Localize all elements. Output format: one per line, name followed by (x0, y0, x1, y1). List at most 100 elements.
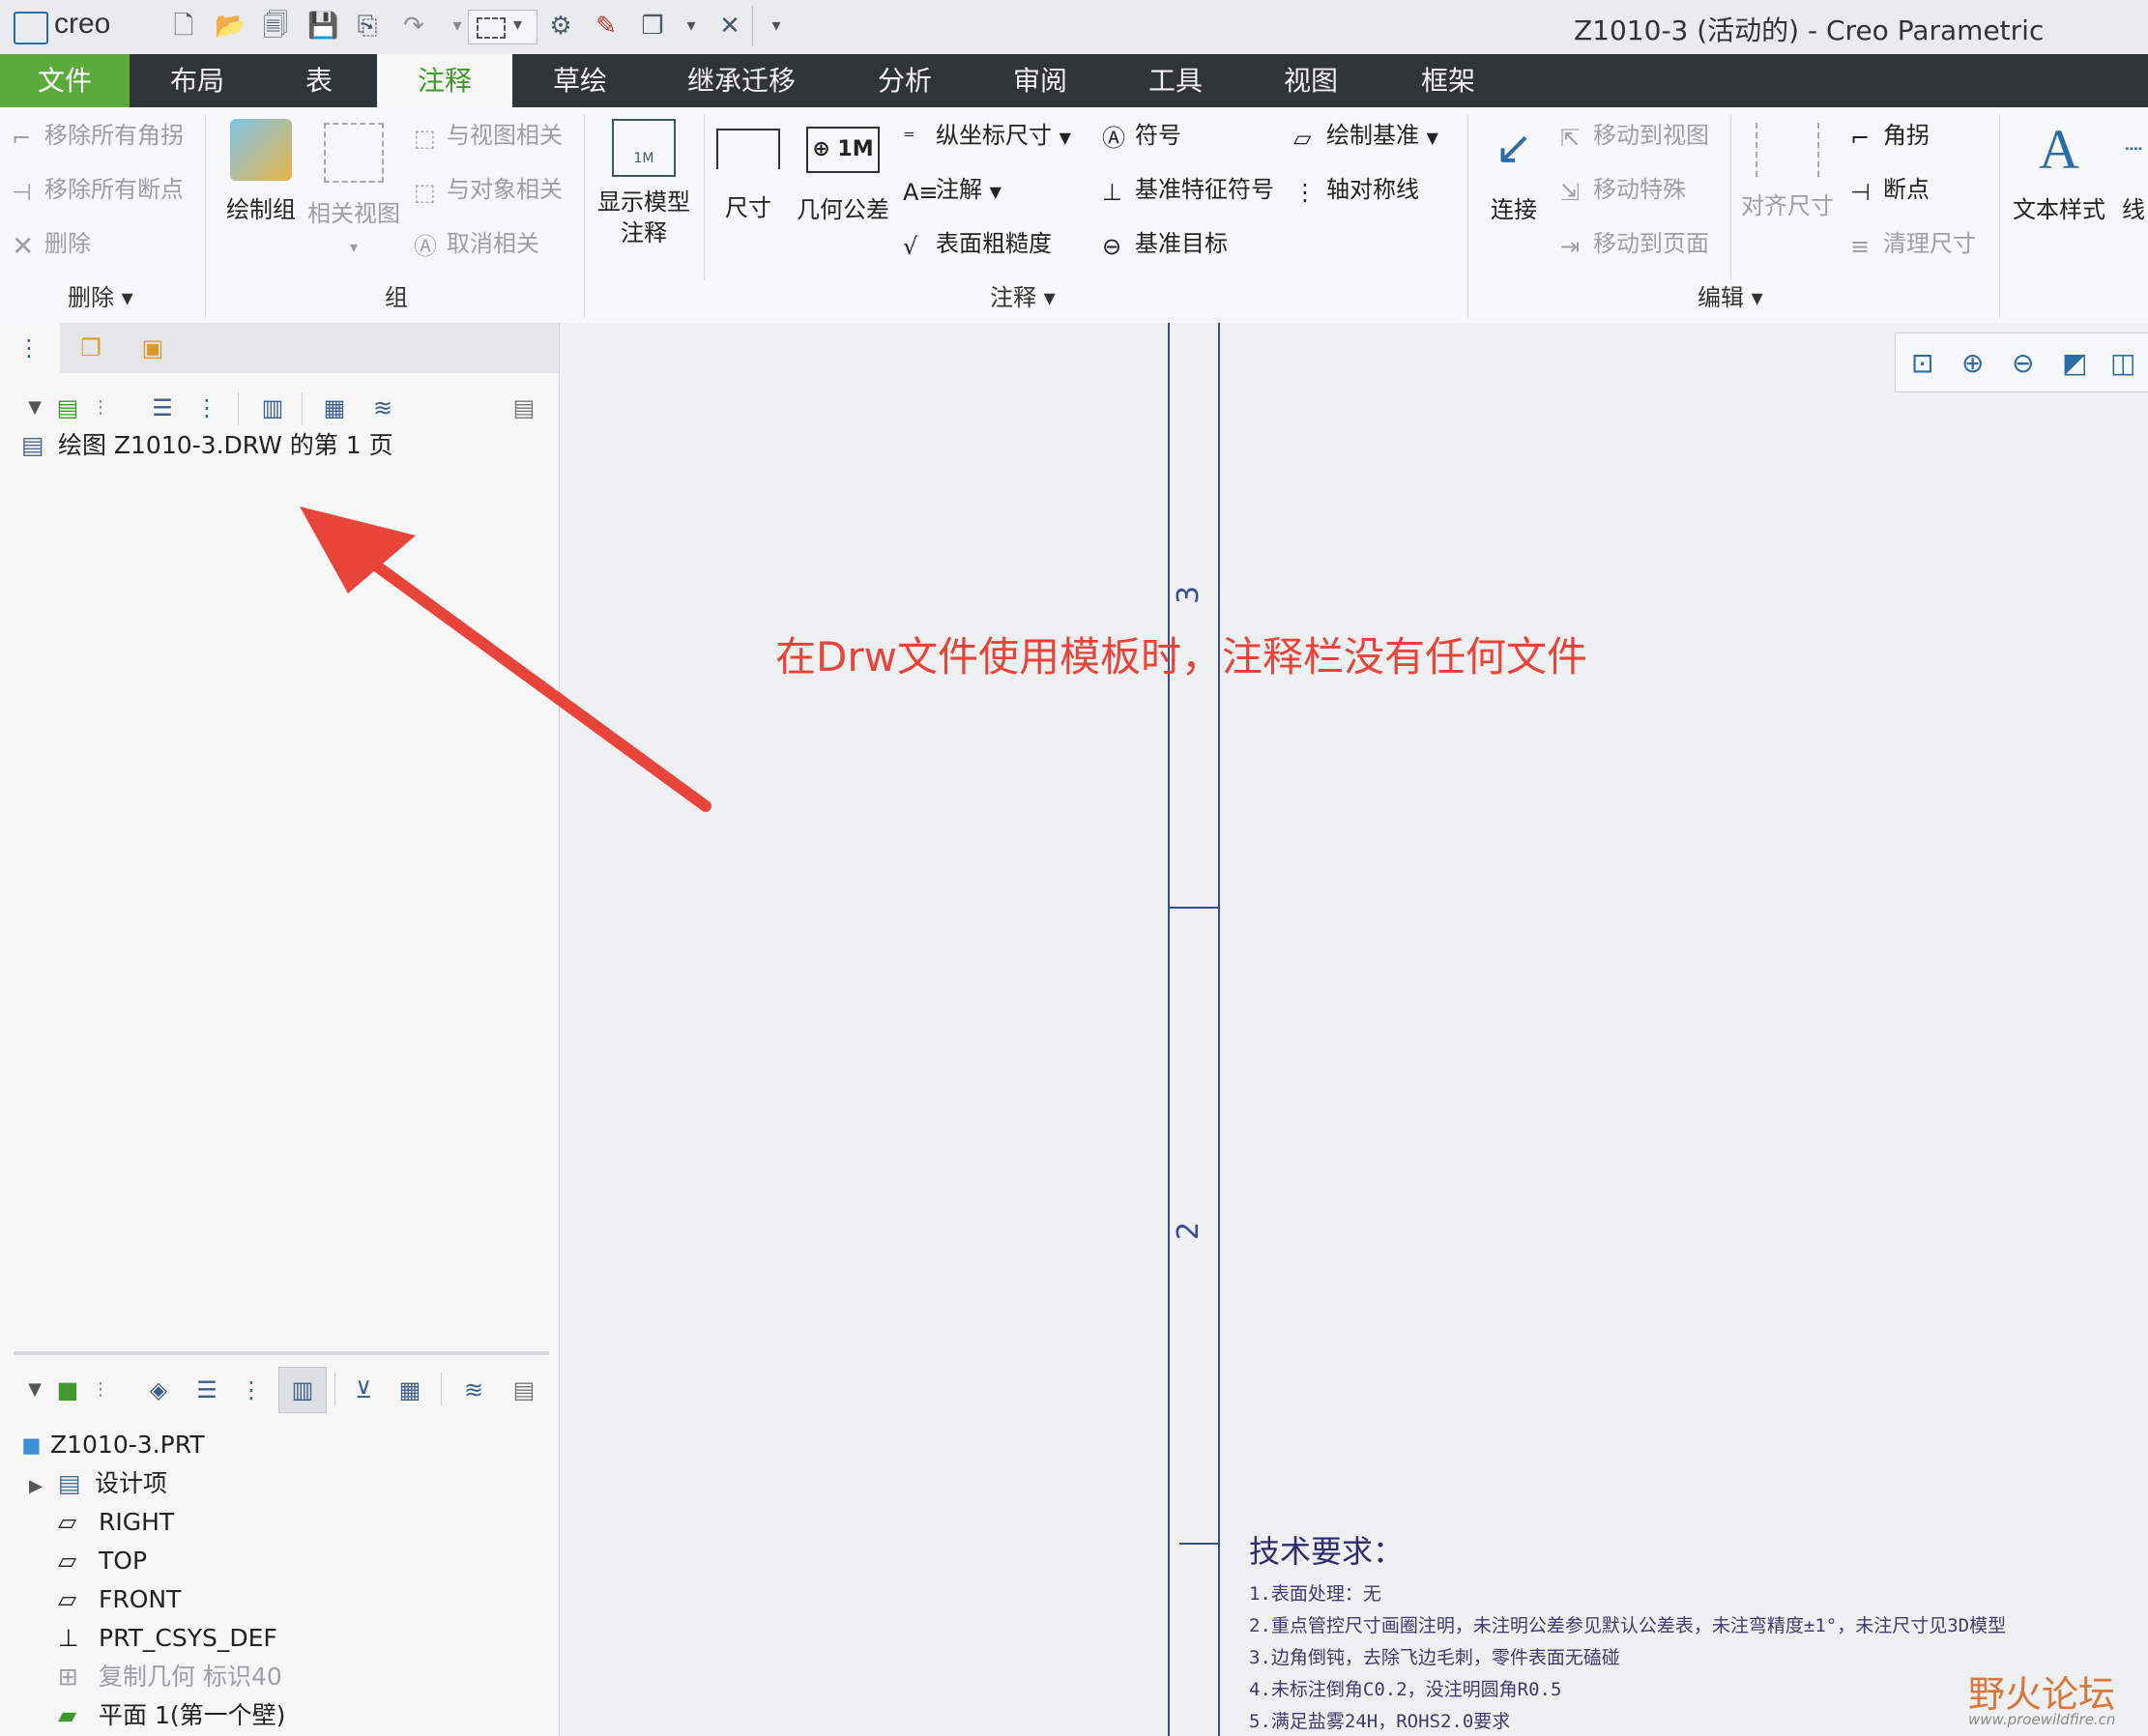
filter-icon[interactable]: ⊻ (350, 1376, 377, 1403)
regenerate-icon[interactable]: ⚙ (546, 12, 575, 41)
drawing-sheet-icon: ▤ (21, 431, 44, 459)
drawing-sheet-item[interactable]: ▤ 绘图 Z1010-3.DRW 的第 1 页 (21, 429, 393, 462)
tree-item-top[interactable]: ▱ TOP (58, 1545, 147, 1577)
tree-item-front[interactable]: ▱ FRONT (58, 1583, 181, 1616)
more-icon[interactable]: ⋮ (87, 394, 114, 421)
tab-layout[interactable]: 布局 (141, 54, 253, 107)
customize-icon[interactable]: ▾ (762, 12, 791, 41)
tab-file[interactable]: 文件 (0, 54, 130, 107)
model-collapse-icon[interactable]: ⋮ (238, 1376, 265, 1403)
model-expand-icon[interactable]: ☰ (193, 1376, 220, 1403)
panel-splitter[interactable] (14, 1351, 549, 1355)
zoom-out-icon[interactable]: ⊖ (2012, 347, 2034, 379)
tree-item-design-items[interactable]: ▶ ▤ 设计项 (29, 1467, 167, 1503)
move-to-view-button[interactable]: ⇱ 移动到视图 (1560, 121, 1709, 152)
move-special-button[interactable]: ⇲ 移动特殊 (1560, 175, 1686, 206)
annotation-filter-icon[interactable]: ▦ (321, 394, 348, 421)
related-view-button[interactable]: 相关视图 ▾ (307, 119, 400, 263)
select-box-icon[interactable]: ▾ (468, 10, 537, 44)
align-dimension-button[interactable]: 对齐尺寸 (1736, 119, 1839, 221)
model-more-icon[interactable]: ⋮ (87, 1376, 114, 1403)
tab-annotate[interactable]: 注释 (377, 54, 512, 107)
zone-label-3: 3 (1172, 585, 1206, 605)
text-style-button[interactable]: A 文本样式 (2007, 119, 2111, 225)
tab-tools[interactable]: 工具 (1121, 54, 1230, 107)
show-model-annotations-button[interactable]: 1M 显示模型 注释 (594, 119, 694, 248)
windows-dropdown-icon[interactable]: ▾ (677, 12, 706, 41)
surface-finish-button[interactable]: √ 表面粗糙度 (903, 229, 1052, 260)
tree-item-wall[interactable]: ▰ 平面 1(第一个壁) (58, 1699, 285, 1732)
delete-group-label[interactable]: 删除 ▾ (68, 278, 133, 312)
break-button[interactable]: ⊣ 断点 (1850, 175, 1930, 206)
refit-icon[interactable]: ⊡ (1911, 347, 1933, 379)
tab-legacy-migration[interactable]: 继承迁移 (667, 54, 816, 107)
tree-settings-icon[interactable]: ▤ (510, 394, 537, 421)
tech-line-3: 3.边角倒钝，去除飞边毛刺，零件表面无磕碰 (1249, 1647, 1620, 1668)
folder-browser-tab-icon[interactable]: ▣ (139, 334, 166, 362)
close-window-icon[interactable]: ✕ (715, 12, 744, 41)
tab-frame[interactable]: 框架 (1394, 54, 1502, 107)
tree-item-copy-geom[interactable]: ⊞ 复制几何 标识40 (58, 1661, 282, 1693)
relate-to-view-button[interactable]: ⬚ 与视图相关 (414, 121, 563, 152)
draw-group-button[interactable]: 绘制组 (215, 119, 307, 225)
model-tree-toggle-icon[interactable]: ■ (54, 1376, 81, 1403)
annotate-group-label[interactable]: 注释 ▾ (990, 278, 1056, 312)
tree-columns-icon[interactable]: ▥ (259, 394, 286, 421)
tree-item-right[interactable]: ▱ RIGHT (58, 1506, 174, 1539)
datum-target-button[interactable]: ⊖ 基准目标 (1102, 229, 1228, 260)
expand-tree-icon[interactable]: ☰ (149, 394, 176, 421)
draw-datum-button[interactable]: ▱ 绘制基准 ▼ (1293, 121, 1438, 153)
save-icon[interactable]: 💾 (307, 12, 338, 41)
windows-icon[interactable]: ❐ (638, 12, 667, 41)
move-to-page-button[interactable]: ⇥ 移动到页面 (1560, 229, 1709, 260)
tab-model-tree[interactable]: ⋮ (0, 323, 60, 373)
part-settings-icon[interactable]: ◈ (145, 1376, 172, 1403)
tab-review[interactable]: 审阅 (986, 54, 1094, 107)
unrelate-button[interactable]: Ⓐ 取消相关 (414, 229, 539, 260)
layers-icon[interactable]: ≋ (369, 394, 396, 421)
show-columns-toggle[interactable]: ▥ (278, 1367, 327, 1413)
layer-tree-tab-icon[interactable]: ❐ (77, 334, 104, 362)
symbol-button[interactable]: Ⓐ 符号 (1102, 121, 1181, 152)
collapse-tree-icon[interactable]: ⋮ (193, 394, 220, 421)
remove-all-jogs-button[interactable]: ⌐ 移除所有角拐 (12, 121, 184, 152)
edit-group-label[interactable]: 编辑 ▾ (1698, 278, 1763, 312)
new-file-icon[interactable]: 🗋 (169, 12, 198, 41)
tree-item-part[interactable]: ◼ Z1010-3.PRT (21, 1429, 205, 1461)
open-recent-icon[interactable]: 🗐 (261, 12, 290, 41)
tab-analysis[interactable]: 分析 (851, 54, 959, 107)
cleanup-dimension-button[interactable]: ≡ 清理尺寸 (1850, 229, 1976, 260)
display-style-icon[interactable]: ◫ (2110, 347, 2135, 379)
tab-view[interactable]: 视图 (1257, 54, 1365, 107)
centerline-button[interactable]: ⋮ 轴对称线 (1293, 175, 1419, 206)
collapse-arrow-icon[interactable]: ▼ (21, 394, 48, 421)
open-folder-icon[interactable]: 📂 (215, 12, 246, 41)
model-table-icon[interactable]: ▦ (396, 1376, 423, 1403)
redo-icon[interactable]: ↷ (399, 12, 428, 41)
zoom-in-icon[interactable]: ⊕ (1961, 347, 1984, 379)
jog-button[interactable]: ⌐ 角拐 (1850, 121, 1930, 152)
model-tree-settings-icon[interactable]: ▤ (510, 1376, 537, 1403)
datum-feature-symbol-button[interactable]: ⊥ 基准特征符号 (1102, 175, 1274, 206)
tab-sketch[interactable]: 草绘 (522, 54, 638, 107)
repaint-icon[interactable]: ◩ (2062, 347, 2087, 379)
expand-arrow-icon[interactable]: ▶ (29, 1470, 58, 1503)
note-button[interactable]: A≡注解 ▼ (903, 175, 1001, 207)
drawing-canvas[interactable]: 3 2 ⊡ ⊕ ⊖ ◩ ◫ 在Drw文件使用模板时，注释栏没有任何文件 技术要求… (300, 323, 2148, 1736)
delete-button[interactable]: ✕ 删除 (12, 229, 91, 261)
remove-all-breaks-button[interactable]: ⊣ 移除所有断点 (12, 175, 184, 206)
dimension-button[interactable]: 尺寸 (713, 119, 783, 223)
save-copy-icon[interactable]: ⎘ (353, 12, 382, 41)
ordinate-dimension-button[interactable]: ⁼ 纵坐标尺寸 ▼ (903, 121, 1071, 153)
gtol-button[interactable]: ⊕ 1M 几何公差 (791, 119, 895, 225)
model-layers-icon[interactable]: ≋ (460, 1376, 487, 1403)
tree-item-csys[interactable]: ⊥ PRT_CSYS_DEF (58, 1622, 277, 1655)
drawing-tree-icon[interactable]: ▤ (54, 394, 81, 421)
model-edit-icon[interactable]: ✎ (592, 12, 621, 41)
line-style-button[interactable]: ┈ 线 (2119, 119, 2148, 225)
connect-button[interactable]: ↙ 连接 (1477, 119, 1551, 225)
tab-table[interactable]: 表 (263, 54, 375, 107)
relate-to-object-button[interactable]: ⬚ 与对象相关 (414, 175, 563, 206)
model-collapse-arrow-icon[interactable]: ▼ (21, 1376, 48, 1403)
view-toolbar: ⊡ ⊕ ⊖ ◩ ◫ (1895, 333, 2148, 392)
